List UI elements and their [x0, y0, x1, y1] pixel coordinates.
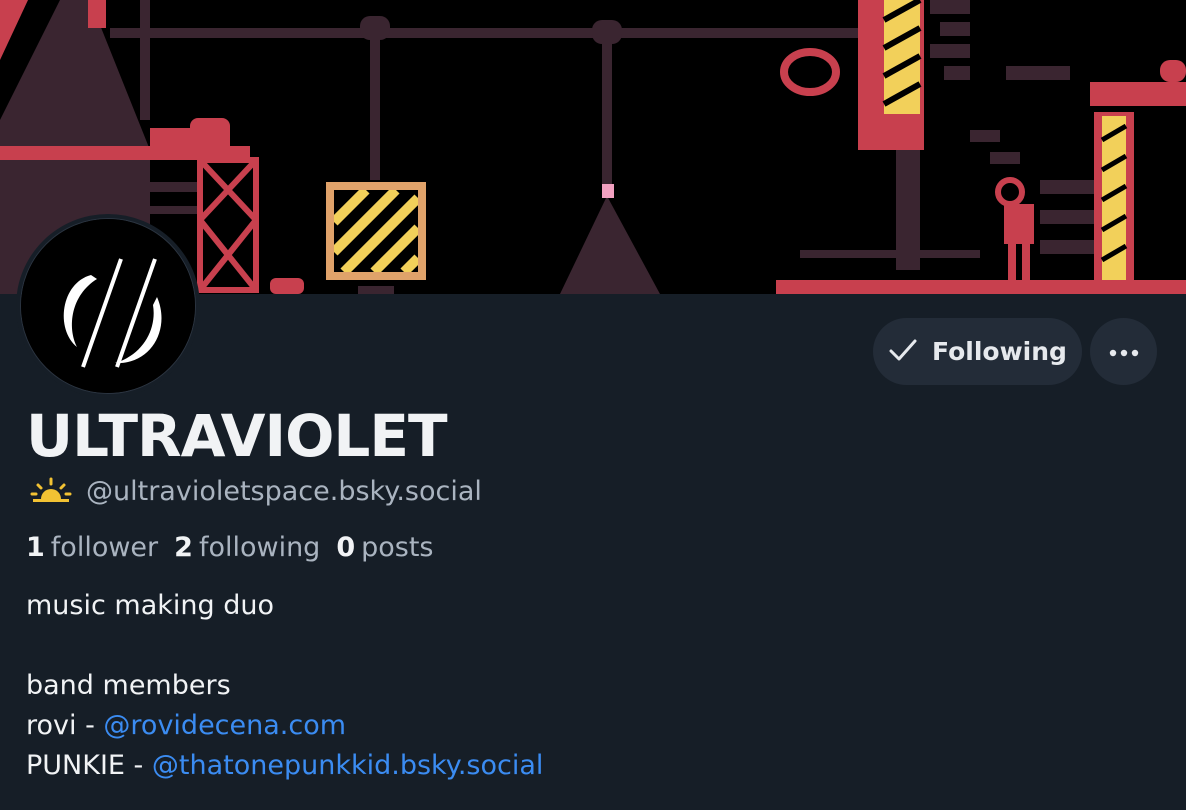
followers-count: 1 [26, 532, 45, 563]
bio-member-2: PUNKIE - @thatonepunkkid.bsky.social [26, 750, 543, 781]
profile-handle: @ultravioletspace.bsky.social [86, 476, 482, 507]
ellipsis-icon [1109, 342, 1139, 361]
following-stat[interactable]: 2 following [174, 532, 320, 563]
posts-count: 0 [336, 532, 356, 563]
member-1-mention-link[interactable]: @rovidecena.com [103, 710, 346, 741]
posts-label: posts [361, 532, 434, 563]
member-2-prefix: PUNKIE - [26, 750, 152, 781]
followers-label: follower [50, 532, 159, 563]
following-button[interactable]: Following [873, 318, 1082, 385]
display-name: ULTRAVIOLET [26, 402, 448, 470]
followers-stat[interactable]: 1 follower [26, 532, 158, 563]
following-label: following [198, 532, 321, 563]
following-button-label: Following [932, 337, 1067, 366]
bio-line-2: band members [26, 670, 231, 701]
more-options-button[interactable] [1090, 318, 1157, 385]
sun-rise-icon [30, 477, 72, 507]
handle-row: @ultravioletspace.bsky.social [30, 476, 482, 507]
profile-stats: 1 follower 2 following 0 posts [26, 532, 434, 563]
posts-stat: 0 posts [336, 532, 433, 563]
checkmark-icon [888, 337, 918, 367]
member-2-mention-link[interactable]: @thatonepunkkid.bsky.social [152, 750, 544, 781]
bio-line-1: music making duo [26, 590, 274, 621]
ultraviolet-logo [21, 219, 195, 393]
avatar[interactable] [20, 218, 196, 394]
avatar-container [16, 214, 200, 398]
bio-member-1: rovi - @rovidecena.com [26, 710, 346, 741]
following-count: 2 [174, 532, 193, 563]
member-1-prefix: rovi - [26, 710, 104, 741]
